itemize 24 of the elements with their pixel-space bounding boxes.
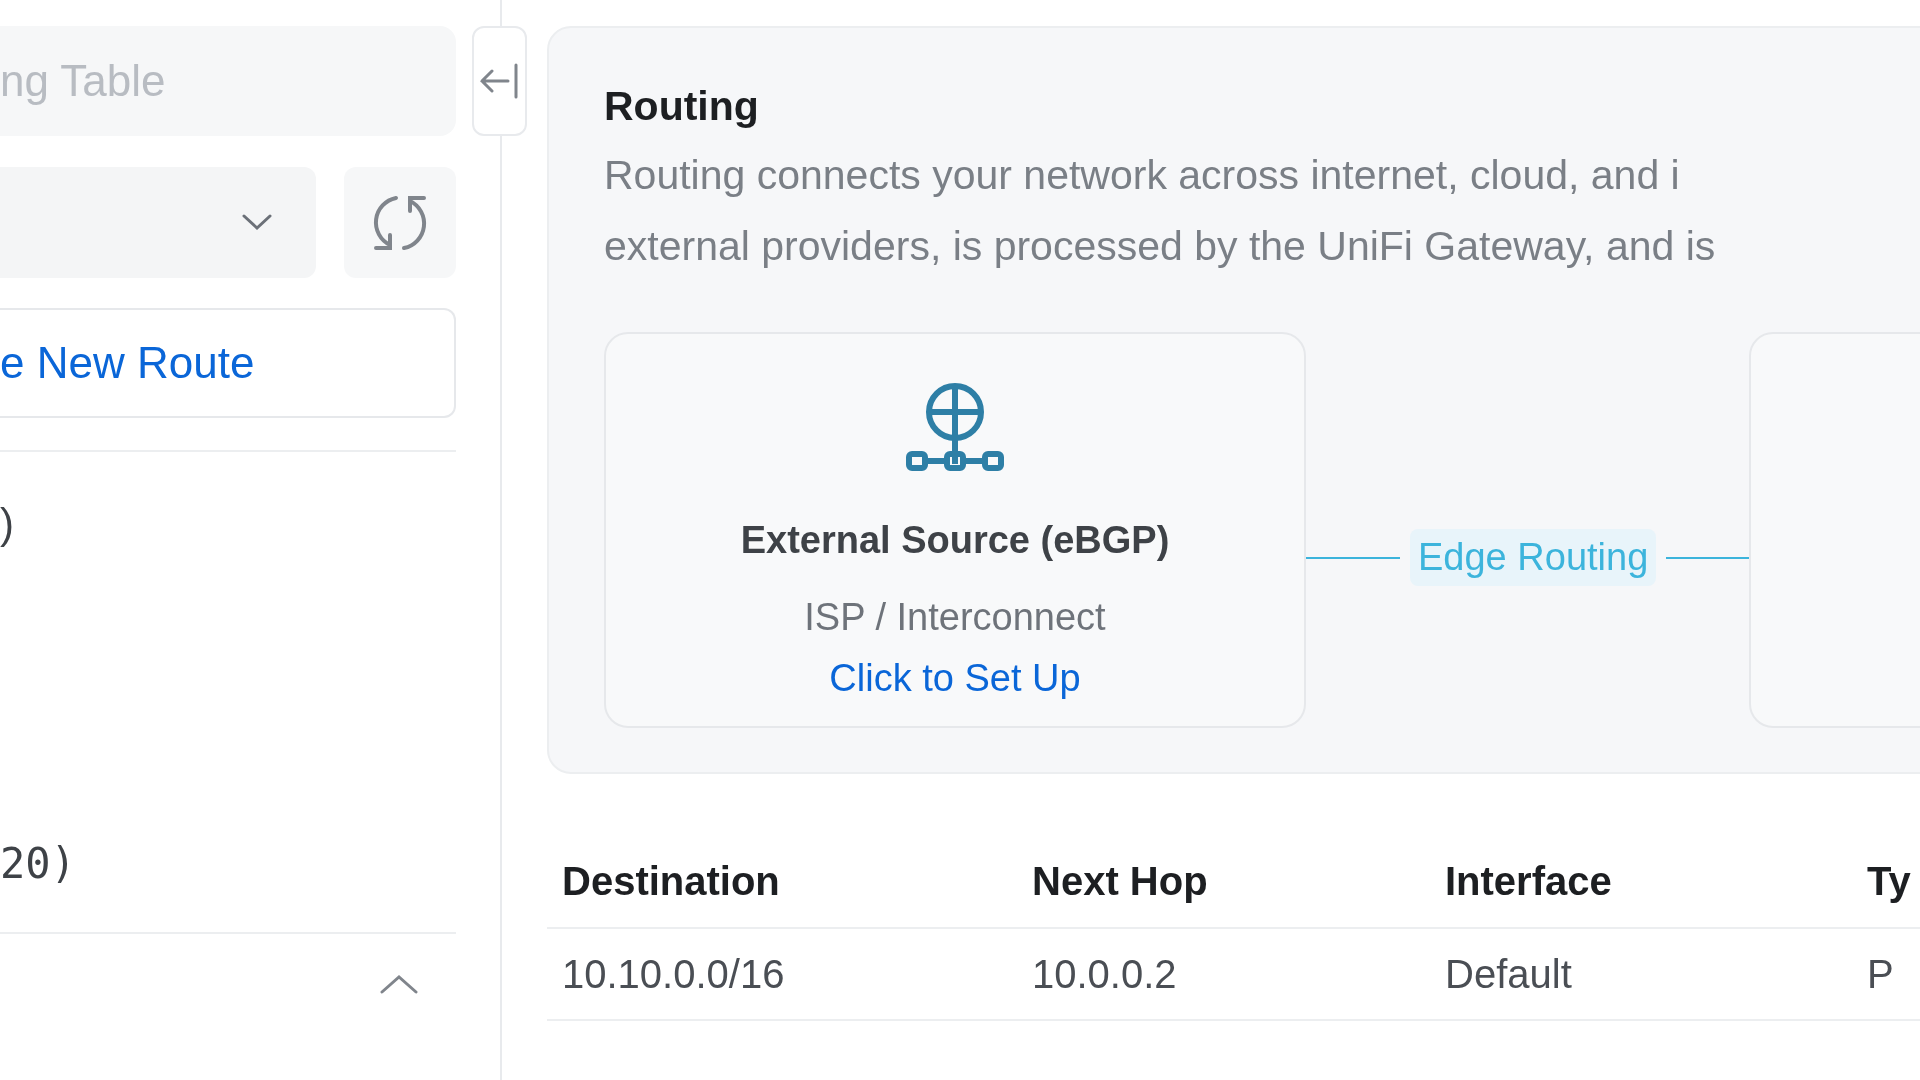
source-card[interactable]: External Source (eBGP) ISP / Interconnect Click to Set Up (604, 332, 1306, 728)
description-text: external providers, is processed by the UniFi Gateway, and is (604, 222, 1717, 271)
table-cell-text: Default (1445, 951, 1573, 998)
list-item-text[interactable]: 20) (0, 839, 76, 888)
column-header: Next Hop (1032, 857, 1209, 905)
new-route-button[interactable]: e New Route (0, 308, 456, 418)
connector-label: Edge Routing (1410, 529, 1657, 586)
table-cell-text: 10.0.0.2 (1032, 951, 1178, 998)
collapse-sidebar-button[interactable] (472, 26, 527, 136)
column-header: Destination (561, 857, 781, 905)
column-header: Ty (1867, 857, 1912, 905)
card-subtitle: ISP / Interconnect (804, 595, 1106, 640)
table-cell-text: 10.10.0.0/16 (561, 951, 786, 998)
panel-title: Routing (604, 82, 760, 131)
search-field[interactable]: ng Table (0, 26, 456, 136)
chevron-down-icon (242, 213, 272, 232)
description-text: Routing connects your network across internet, cloud, and i (604, 151, 1681, 200)
column-header: Interface (1445, 857, 1613, 905)
table-cell-text: P (1867, 951, 1895, 998)
chevron-up-icon[interactable] (380, 974, 418, 994)
card-title: External Source (eBGP) (740, 518, 1170, 563)
refresh-button[interactable] (344, 167, 456, 278)
list-item-text[interactable]: ) (0, 500, 14, 547)
setup-link[interactable]: Click to Set Up (829, 650, 1081, 707)
